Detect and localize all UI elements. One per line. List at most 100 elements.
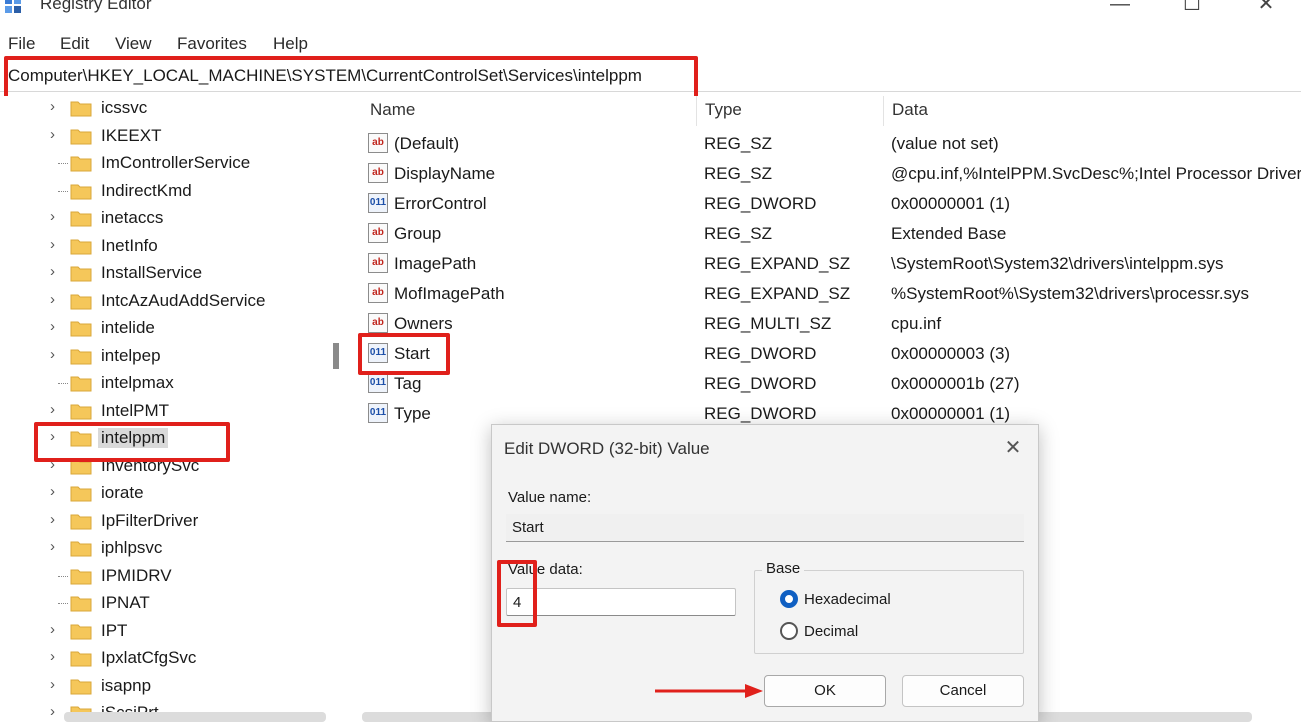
tree-item-label[interactable]: IpxlatCfgSvc: [101, 648, 196, 668]
tree-item-label[interactable]: intelppm: [98, 428, 169, 448]
tree-item-label[interactable]: InstallService: [101, 263, 202, 283]
tree-item[interactable]: › IPT: [0, 618, 326, 645]
chevron-right-icon[interactable]: ›: [50, 428, 62, 445]
tree-item[interactable]: intelpmax: [0, 370, 326, 397]
minimize-button[interactable]: —: [1100, 0, 1140, 16]
ok-button[interactable]: OK: [764, 675, 886, 707]
key-tree[interactable]: › icssvc › IKEEXT ImControllerService Indirec…: [0, 96, 326, 722]
decimal-label[interactable]: Decimal: [804, 623, 858, 640]
tree-item[interactable]: › IKEEXT: [0, 123, 326, 150]
chevron-right-icon[interactable]: ›: [50, 291, 62, 308]
value-data-input[interactable]: 4: [506, 588, 736, 616]
chevron-right-icon[interactable]: ›: [50, 263, 62, 280]
tree-item[interactable]: › IntcAzAudAddService: [0, 288, 326, 315]
tree-item[interactable]: › iorate: [0, 480, 326, 507]
tree-item[interactable]: › InventorySvc: [0, 453, 326, 480]
tree-item[interactable]: › intelide: [0, 315, 326, 342]
value-row[interactable]: 011 Start REG_DWORD 0x00000003 (3): [356, 338, 1301, 368]
value-data: 0x00000001 (1): [891, 194, 1011, 213]
hexadecimal-label[interactable]: Hexadecimal: [804, 591, 891, 608]
tree-item-label[interactable]: iorate: [101, 483, 144, 503]
chevron-right-icon[interactable]: ›: [50, 126, 62, 143]
tree-item[interactable]: › inetaccs: [0, 205, 326, 232]
column-divider[interactable]: [696, 96, 697, 126]
value-row[interactable]: ab Group REG_SZ Extended Base: [356, 218, 1301, 248]
tree-item[interactable]: › IpFilterDriver: [0, 508, 326, 535]
column-divider[interactable]: [883, 96, 884, 126]
tree-item[interactable]: › iphlpsvc: [0, 535, 326, 562]
tree-item-label[interactable]: InetInfo: [101, 236, 158, 256]
tree-item[interactable]: IndirectKmd: [0, 178, 326, 205]
value-row[interactable]: ab (Default) REG_SZ (value not set): [356, 128, 1301, 158]
tree-item[interactable]: › IpxlatCfgSvc: [0, 645, 326, 672]
chevron-right-icon[interactable]: ›: [50, 456, 62, 473]
tree-item-label[interactable]: InventorySvc: [101, 456, 199, 476]
chevron-right-icon[interactable]: ›: [50, 676, 62, 693]
pane-splitter[interactable]: [326, 96, 356, 722]
chevron-right-icon[interactable]: ›: [50, 648, 62, 665]
menu-help[interactable]: Help: [273, 34, 308, 54]
value-row[interactable]: ab Owners REG_MULTI_SZ cpu.inf: [356, 308, 1301, 338]
chevron-right-icon[interactable]: ›: [50, 98, 62, 115]
tree-item-label[interactable]: intelpmax: [101, 373, 174, 393]
tree-item-label[interactable]: IPT: [101, 621, 127, 641]
tree-item-label[interactable]: isapnp: [101, 676, 151, 696]
close-button[interactable]: ✕: [1246, 0, 1286, 16]
tree-item-label[interactable]: ImControllerService: [101, 153, 250, 173]
chevron-right-icon[interactable]: ›: [50, 483, 62, 500]
tree-item-label[interactable]: IPMIDRV: [101, 566, 172, 586]
tree-item-label[interactable]: icssvc: [101, 98, 147, 118]
value-row[interactable]: 011 Tag REG_DWORD 0x0000001b (27): [356, 368, 1301, 398]
tree-item[interactable]: IPNAT: [0, 590, 326, 617]
tree-horizontal-scrollbar[interactable]: [64, 712, 326, 722]
dialog-close-button[interactable]: ✕: [1000, 435, 1026, 461]
address-bar[interactable]: Computer\HKEY_LOCAL_MACHINE\SYSTEM\Curre…: [0, 62, 1301, 92]
chevron-right-icon[interactable]: ›: [50, 538, 62, 555]
tree-item-label[interactable]: intelpep: [101, 346, 161, 366]
maximize-button[interactable]: ☐: [1172, 0, 1212, 16]
tree-item-label[interactable]: IKEEXT: [101, 126, 161, 146]
tree-item-label[interactable]: IndirectKmd: [101, 181, 192, 201]
column-header-name[interactable]: Name: [370, 100, 415, 120]
tree-item[interactable]: › intelppm: [0, 425, 326, 452]
menu-favorites[interactable]: Favorites: [177, 34, 247, 54]
tree-item[interactable]: › isapnp: [0, 673, 326, 700]
value-row[interactable]: ab DisplayName REG_SZ @cpu.inf,%IntelPPM.Sv…: [356, 158, 1301, 188]
chevron-right-icon[interactable]: ›: [50, 621, 62, 638]
address-path[interactable]: Computer\HKEY_LOCAL_MACHINE\SYSTEM\Curre…: [8, 66, 642, 86]
hexadecimal-radio[interactable]: [780, 590, 798, 608]
value-row[interactable]: ab MofImagePath REG_EXPAND_SZ %SystemRoot%\…: [356, 278, 1301, 308]
tree-item[interactable]: ImControllerService: [0, 150, 326, 177]
chevron-right-icon[interactable]: ›: [50, 703, 62, 720]
column-header-data[interactable]: Data: [892, 100, 928, 120]
tree-item[interactable]: IPMIDRV: [0, 563, 326, 590]
chevron-right-icon[interactable]: ›: [50, 401, 62, 418]
tree-item[interactable]: › intelpep: [0, 343, 326, 370]
menu-file[interactable]: File: [8, 34, 35, 54]
chevron-right-icon[interactable]: ›: [50, 208, 62, 225]
value-row[interactable]: ab ImagePath REG_EXPAND_SZ \SystemRoot\Syst…: [356, 248, 1301, 278]
tree-item[interactable]: › icssvc: [0, 96, 326, 122]
value-row[interactable]: 011 ErrorControl REG_DWORD 0x00000001 (1): [356, 188, 1301, 218]
chevron-right-icon[interactable]: ›: [50, 236, 62, 253]
tree-item-label[interactable]: intelide: [101, 318, 155, 338]
splitter-grip[interactable]: [333, 343, 339, 369]
chevron-right-icon[interactable]: ›: [50, 318, 62, 335]
tree-item-label[interactable]: IntelPMT: [101, 401, 169, 421]
value-data-text[interactable]: 4: [513, 594, 521, 611]
cancel-button[interactable]: Cancel: [902, 675, 1024, 707]
menu-edit[interactable]: Edit: [60, 34, 89, 54]
tree-item[interactable]: › InstallService: [0, 260, 326, 287]
tree-item-label[interactable]: IntcAzAudAddService: [101, 291, 265, 311]
tree-item-label[interactable]: IPNAT: [101, 593, 150, 613]
tree-item[interactable]: › InetInfo: [0, 233, 326, 260]
menu-view[interactable]: View: [115, 34, 152, 54]
chevron-right-icon[interactable]: ›: [50, 511, 62, 528]
tree-item[interactable]: › IntelPMT: [0, 398, 326, 425]
column-header-type[interactable]: Type: [705, 100, 742, 120]
tree-item-label[interactable]: IpFilterDriver: [101, 511, 198, 531]
tree-item-label[interactable]: inetaccs: [101, 208, 163, 228]
chevron-right-icon[interactable]: ›: [50, 346, 62, 363]
decimal-radio[interactable]: [780, 622, 798, 640]
tree-item-label[interactable]: iphlpsvc: [101, 538, 162, 558]
